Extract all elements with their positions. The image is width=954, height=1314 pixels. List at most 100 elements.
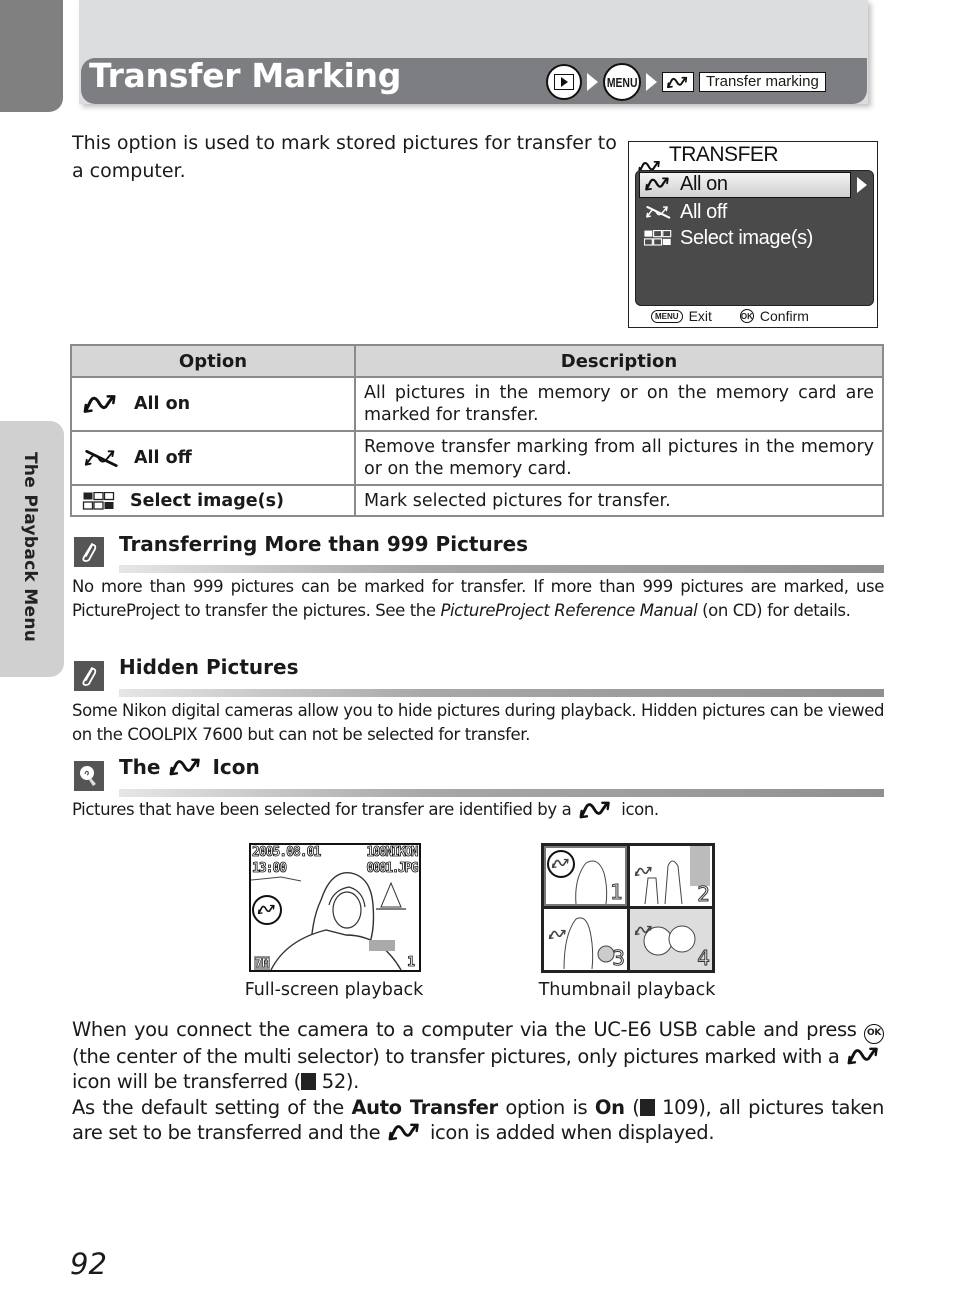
lcd-menu-item-label: Select image(s) <box>680 226 813 249</box>
column-header-option: Option <box>70 344 356 378</box>
lcd-menu-panel: All on All off Select image(s) <box>635 170 874 306</box>
body-text-segment: As the default setting of the <box>72 1095 352 1119</box>
note-title-text: The <box>119 755 161 779</box>
ok-key-icon: OK <box>739 309 754 323</box>
lightbulb-icon <box>74 761 104 791</box>
thumbnail-caption: Thumbnail playback <box>538 980 716 1000</box>
chapter-side-label: The Playback Menu <box>20 452 40 643</box>
chapter-tab-top <box>0 0 63 112</box>
note-divider <box>119 789 884 797</box>
note-body-text: (on CD) for details. <box>697 601 851 620</box>
exit-label: Exit <box>688 308 712 324</box>
select-images-icon <box>644 230 672 246</box>
paragraph-usb-transfer: When you connect the camera to a compute… <box>72 1017 884 1095</box>
paperclip-icon <box>74 661 104 691</box>
camera-lcd-screenshot: TRANSFER MARKING All on All off Select i… <box>628 141 878 328</box>
menu-button-icon: MENU <box>603 63 641 101</box>
note-title-text: Transferring More than 999 Pictures <box>119 532 529 556</box>
thumbnail-1: 1 <box>544 846 627 906</box>
page-reference[interactable]: 109 <box>662 1096 699 1119</box>
note-body: No more than 999 pictures can be marked … <box>72 575 884 623</box>
option-cell: Select image(s) <box>70 484 356 517</box>
table-header-row: Option Description <box>70 344 884 378</box>
description-cell: All pictures in the memory or on the mem… <box>354 376 884 432</box>
path-arrow-icon <box>587 73 598 91</box>
option-label: All off <box>134 448 192 468</box>
option-cell: All on <box>70 376 356 432</box>
note-title: The Icon <box>119 755 260 779</box>
fullscreen-caption: Full-screen playback <box>244 980 424 1000</box>
thumbnail-number: 4 <box>697 946 711 971</box>
body-text-segment: option is <box>497 1095 595 1119</box>
note-divider <box>119 565 884 573</box>
menu-key-icon: MENU <box>651 309 683 323</box>
file-readout: 0001.JPG <box>366 861 419 877</box>
body-text-segment: When you connect the camera to a compute… <box>72 1018 857 1041</box>
column-header-description: Description <box>354 344 884 378</box>
intro-text: This option is used to mark stored pictu… <box>72 132 617 182</box>
description-cell: Remove transfer marking from all picture… <box>354 430 884 486</box>
note-divider <box>119 689 884 697</box>
fullscreen-playback-image: 2005.08.01 13:00 100NIKON 0001.JPG 7M 1 <box>249 843 421 972</box>
menu-button-label: MENU <box>606 74 638 90</box>
note-body-text: Pictures that have been selected for tra… <box>72 800 572 819</box>
table-row: Select image(s) Mark selected pictures f… <box>70 484 884 517</box>
date-readout: 2005.08.01 <box>252 845 322 860</box>
page-reference-icon <box>639 1098 655 1116</box>
lcd-right-arrow-icon <box>857 177 867 193</box>
setting-value: On <box>594 1095 625 1119</box>
paragraph-auto-transfer: As the default setting of the Auto Trans… <box>72 1095 884 1146</box>
lcd-menu-item-select-images[interactable]: Select image(s) <box>640 225 813 251</box>
body-text-segment: (the center of the multi selector) to tr… <box>72 1044 840 1068</box>
note-title-text: Hidden Pictures <box>119 655 299 679</box>
setting-name: Auto Transfer <box>351 1095 498 1119</box>
note-title-text: Icon <box>212 755 260 779</box>
thumbnail-number: 2 <box>697 882 711 907</box>
select-images-icon <box>82 492 116 510</box>
page-reference-icon <box>300 1073 316 1091</box>
ok-button-icon: OK <box>864 1023 884 1044</box>
description-cell: Mark selected pictures for transfer. <box>354 484 884 517</box>
playback-button-icon <box>546 64 582 100</box>
note-title: Transferring More than 999 Pictures <box>119 532 528 556</box>
note-body-text: icon. <box>621 800 659 819</box>
page-title: Transfer Marking <box>89 56 402 95</box>
option-label: Select image(s) <box>130 490 285 511</box>
body-text-segment: icon is added when displayed. <box>429 1121 715 1145</box>
transfer-off-icon <box>82 448 120 468</box>
lcd-menu-item-all-off[interactable]: All off <box>640 199 727 225</box>
table-row: All on All pictures in the memory or on … <box>70 376 884 432</box>
path-arrow-icon <box>646 73 657 91</box>
thumbnail-number: 3 <box>612 946 626 971</box>
body-text-segment: ). <box>345 1070 360 1094</box>
table-row: All off Remove transfer marking from all… <box>70 430 884 486</box>
transfer-icon <box>662 72 694 92</box>
note-body: Some Nikon digital cameras allow you to … <box>72 701 885 744</box>
option-cell: All off <box>70 430 356 486</box>
lcd-menu-item-all-on[interactable]: All on <box>640 171 728 197</box>
options-table: Option Description All on All pictures i… <box>70 344 884 517</box>
option-label: All on <box>134 394 191 414</box>
note-body: Pictures that have been selected for tra… <box>72 798 884 822</box>
note-title: Hidden Pictures <box>119 655 299 679</box>
transfer-icon <box>577 801 615 819</box>
transfer-icon <box>168 758 204 776</box>
transfer-icon <box>845 1047 883 1065</box>
page-number: 92 <box>70 1247 107 1281</box>
paperclip-icon <box>74 537 104 567</box>
folder-readout: 100NIKON <box>366 845 419 860</box>
transfer-on-icon <box>644 177 672 191</box>
lcd-menu-item-label: All off <box>680 200 727 223</box>
manual-title: PictureProject Reference Manual <box>440 601 698 620</box>
menu-path: MENU Transfer marking <box>546 63 826 101</box>
thumbnail-4: 4 <box>630 909 712 970</box>
page-reference[interactable]: 52 <box>322 1070 346 1093</box>
body-text-segment: ( <box>624 1095 640 1119</box>
body-text: When you connect the camera to a compute… <box>72 1017 884 1146</box>
thumbnail-playback-image: 1 2 3 4 <box>541 843 715 973</box>
confirm-label: Confirm <box>759 308 809 324</box>
transfer-on-icon <box>82 394 120 414</box>
time-readout: 13:00 <box>252 861 288 877</box>
frame-count-readout: 1 <box>407 955 416 970</box>
lcd-menu-item-label: All on <box>680 172 728 195</box>
